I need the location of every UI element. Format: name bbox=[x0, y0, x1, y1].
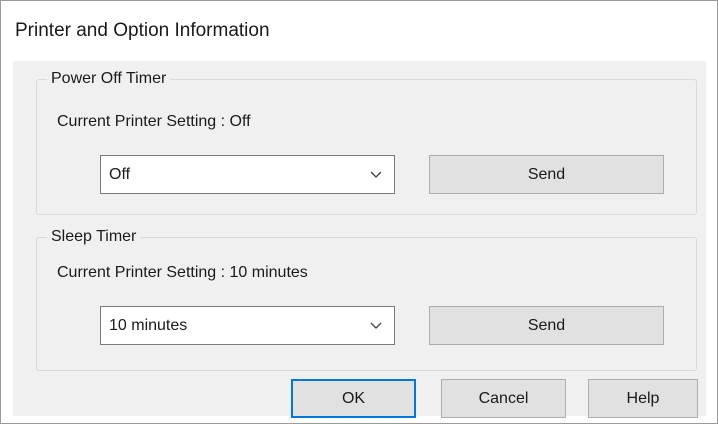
chevron-down-icon bbox=[370, 322, 382, 329]
sleep-send-button[interactable]: Send bbox=[429, 306, 664, 345]
sleep-current-setting: Current Printer Setting : 10 minutes bbox=[57, 264, 308, 281]
printer-option-dialog: Printer and Option Information Power Off… bbox=[0, 0, 718, 424]
cancel-button[interactable]: Cancel bbox=[441, 379, 566, 418]
power-off-timer-group: Power Off Timer Current Printer Setting … bbox=[36, 68, 697, 215]
power-off-timer-selected-value: Off bbox=[109, 166, 131, 183]
sleep-timer-group: Sleep Timer Current Printer Setting : 10… bbox=[36, 226, 697, 371]
dialog-client-area: Power Off Timer Current Printer Setting … bbox=[13, 61, 706, 418]
sleep-timer-select[interactable]: 10 minutes bbox=[100, 306, 395, 345]
help-button[interactable]: Help bbox=[588, 379, 698, 418]
power-off-send-button[interactable]: Send bbox=[429, 155, 664, 194]
chevron-down-icon bbox=[370, 171, 382, 178]
sleep-timer-selected-value: 10 minutes bbox=[109, 317, 188, 334]
power-off-timer-group-label: Power Off Timer bbox=[47, 68, 171, 90]
sleep-timer-group-label: Sleep Timer bbox=[47, 226, 141, 248]
ok-button[interactable]: OK bbox=[291, 379, 416, 418]
title-bar[interactable]: Printer and Option Information bbox=[1, 1, 717, 61]
window-title: Printer and Option Information bbox=[15, 20, 270, 41]
power-off-current-setting: Current Printer Setting : Off bbox=[57, 113, 251, 130]
power-off-timer-select[interactable]: Off bbox=[100, 155, 395, 194]
